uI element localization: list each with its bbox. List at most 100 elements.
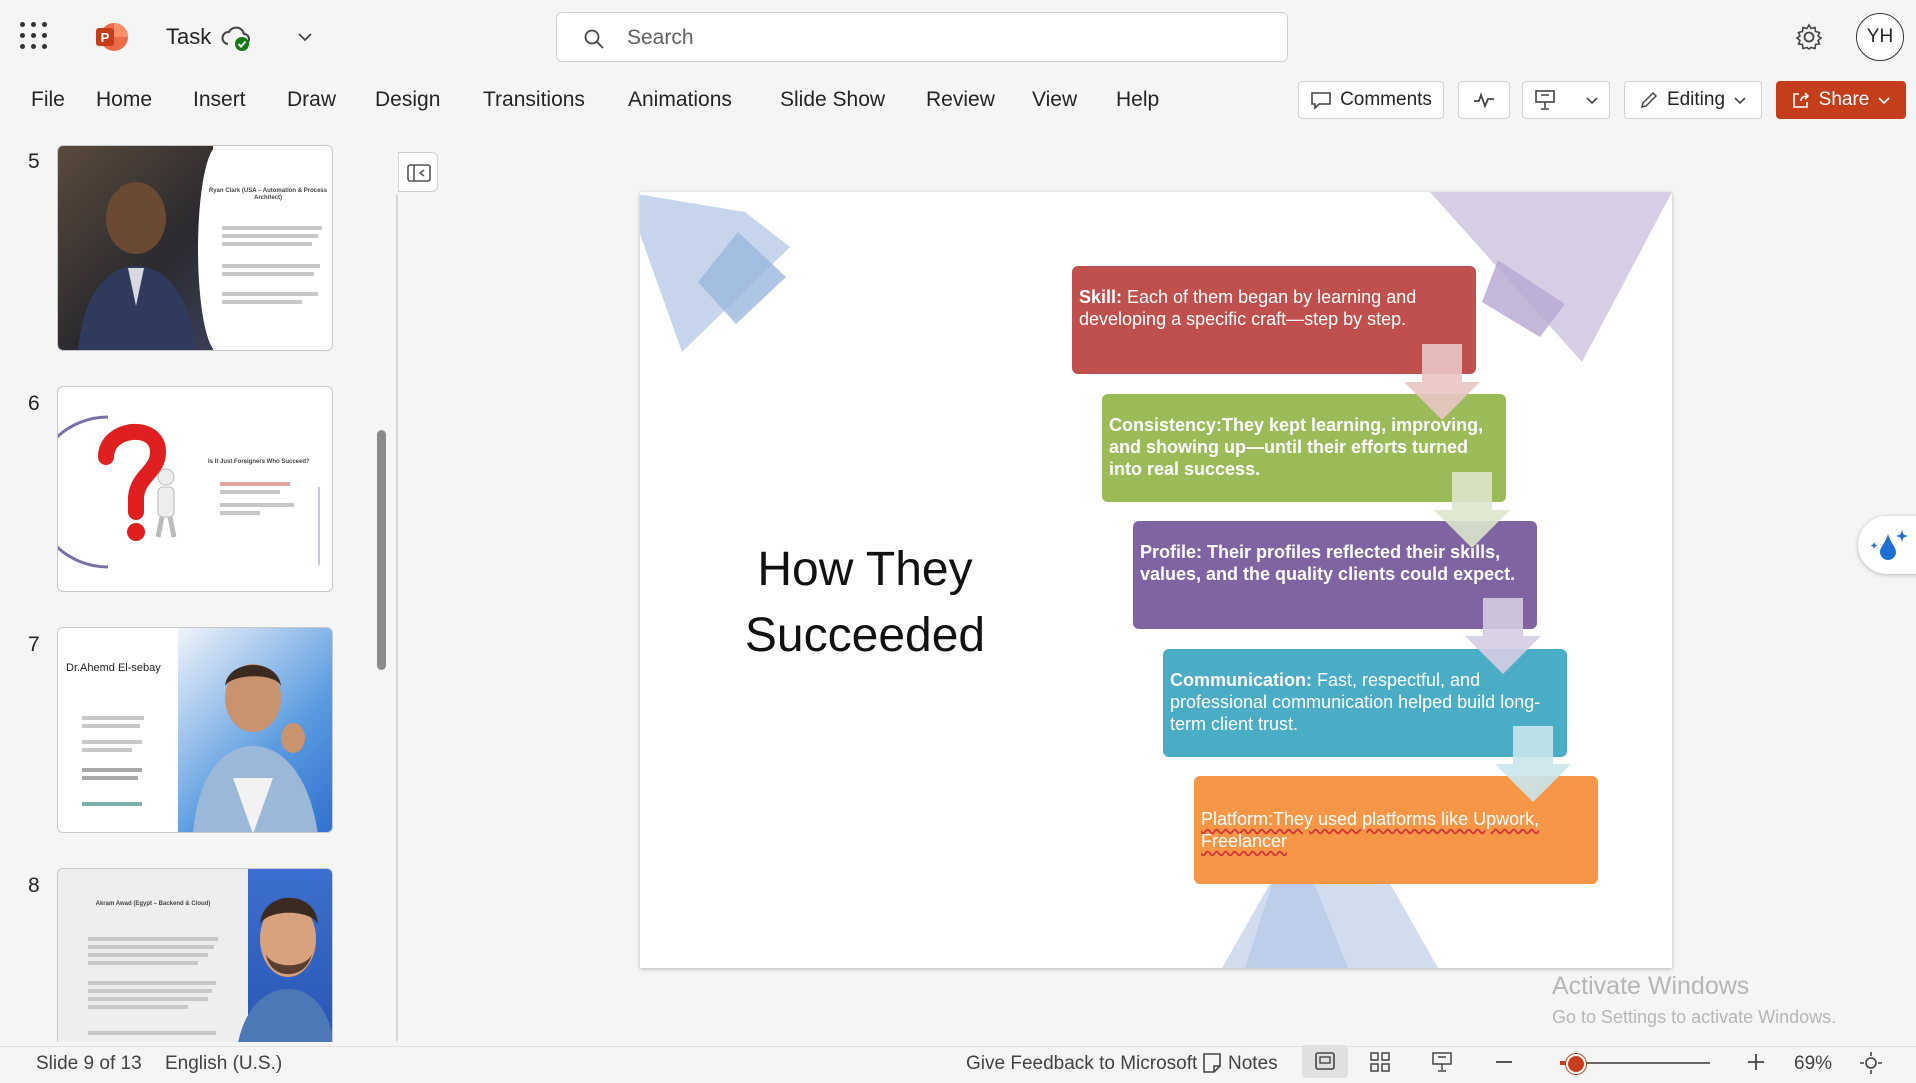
tab-review[interactable]: Review bbox=[926, 88, 995, 112]
language-indicator[interactable]: English (U.S.) bbox=[165, 1053, 282, 1075]
pane-divider[interactable] bbox=[396, 195, 398, 1041]
down-arrow-icon bbox=[1404, 344, 1480, 420]
share-icon bbox=[1792, 92, 1809, 108]
slide-thumbnail-6[interactable]: Is It Just Foreigners Who Succeed? bbox=[57, 386, 333, 592]
slide-title[interactable]: How They Succeeded bbox=[700, 537, 1030, 669]
person-photo-icon bbox=[238, 897, 332, 1042]
text-placeholder bbox=[88, 1031, 216, 1035]
slide-thumbnail-8[interactable]: Akram Awad (Egypt – Backend & Cloud) bbox=[57, 868, 333, 1042]
app-launcher-icon[interactable] bbox=[20, 22, 48, 50]
tab-transitions[interactable]: Transitions bbox=[483, 88, 585, 112]
copilot-button[interactable] bbox=[1858, 516, 1916, 574]
step-lead: Profile: Their profiles reflected their … bbox=[1140, 542, 1516, 584]
step-text: Platform:They used platforms like Upwork… bbox=[1201, 809, 1540, 851]
step-lead: Skill: bbox=[1079, 287, 1123, 307]
step-lead: Consistency:They kept learning, improvin… bbox=[1109, 415, 1484, 479]
notes-icon[interactable] bbox=[1200, 1051, 1224, 1075]
search-icon bbox=[584, 29, 604, 49]
editing-label: Editing bbox=[1666, 89, 1726, 110]
slide-sorter-icon[interactable] bbox=[1368, 1050, 1392, 1074]
tab-slide-show[interactable]: Slide Show bbox=[780, 88, 885, 112]
text-placeholder bbox=[220, 503, 294, 507]
thumbnail-number: 5 bbox=[28, 150, 40, 173]
text-placeholder bbox=[82, 716, 144, 720]
powerpoint-logo-icon[interactable]: P bbox=[94, 20, 128, 54]
chevron-down-icon bbox=[1878, 97, 1890, 105]
person-photo-icon bbox=[78, 182, 196, 350]
thumbnail-title: Dr.Ahemd El-sebay bbox=[66, 662, 161, 674]
thumbnail-scrollbar[interactable] bbox=[377, 430, 386, 670]
zoom-out-icon[interactable] bbox=[1492, 1050, 1516, 1074]
text-placeholder bbox=[222, 300, 302, 304]
tab-draw[interactable]: Draw bbox=[287, 88, 336, 112]
fit-to-window-icon[interactable] bbox=[1858, 1050, 1884, 1076]
slide-thumbnail-7[interactable]: Dr.Ahemd El-sebay bbox=[57, 627, 333, 833]
comments-label: Comments bbox=[1340, 89, 1432, 110]
document-title[interactable]: Task bbox=[166, 24, 211, 50]
thumbnail-number: 8 bbox=[28, 874, 40, 897]
tab-file[interactable]: File bbox=[31, 88, 65, 112]
chevron-down-icon[interactable] bbox=[294, 26, 316, 48]
comment-icon bbox=[1311, 92, 1331, 110]
chevron-down-icon[interactable] bbox=[1584, 92, 1600, 108]
slideshow-view-icon[interactable] bbox=[1430, 1050, 1454, 1074]
text-placeholder bbox=[88, 981, 216, 985]
text-placeholder bbox=[220, 482, 290, 486]
text-placeholder bbox=[222, 242, 312, 246]
text-placeholder bbox=[88, 1005, 188, 1009]
share-button[interactable]: Share bbox=[1776, 81, 1906, 119]
tab-design[interactable]: Design bbox=[375, 88, 440, 112]
thumbnail-title: Akram Awad (Egypt – Backend & Cloud) bbox=[95, 901, 211, 907]
down-arrow-icon bbox=[1465, 598, 1541, 674]
zoom-slider-thumb[interactable] bbox=[1566, 1054, 1586, 1074]
text-placeholder bbox=[82, 724, 140, 728]
person-photo-icon bbox=[193, 664, 318, 832]
zoom-in-icon[interactable] bbox=[1744, 1050, 1768, 1074]
decorative-curve bbox=[198, 146, 238, 350]
panel-collapse-icon bbox=[407, 164, 431, 182]
text-placeholder bbox=[220, 511, 260, 515]
down-arrow-icon bbox=[1495, 726, 1571, 802]
tab-home[interactable]: Home bbox=[96, 88, 152, 112]
cloud-saved-icon[interactable] bbox=[220, 22, 252, 54]
thumbnail-number: 6 bbox=[28, 392, 40, 415]
search-placeholder: Search bbox=[627, 26, 694, 49]
collapse-pane-button[interactable] bbox=[398, 152, 438, 192]
slide-thumbnail-5[interactable]: Ryan Clark (USA – Automation & Process A… bbox=[57, 145, 333, 351]
text-placeholder bbox=[88, 945, 214, 949]
feedback-link[interactable]: Give Feedback to Microsoft bbox=[966, 1053, 1197, 1075]
catch-up-button[interactable] bbox=[1458, 81, 1510, 119]
question-mark-illustration-icon bbox=[58, 415, 320, 569]
text-placeholder bbox=[222, 292, 318, 296]
avatar[interactable]: YH bbox=[1856, 13, 1904, 61]
tab-help[interactable]: Help bbox=[1116, 88, 1159, 112]
comments-button[interactable]: Comments bbox=[1298, 81, 1444, 119]
activate-windows-title: Activate Windows bbox=[1552, 972, 1750, 1000]
thumbnail-title: Is It Just Foreigners Who Succeed? bbox=[208, 459, 310, 465]
normal-view-button[interactable] bbox=[1302, 1045, 1348, 1078]
text-placeholder bbox=[88, 961, 198, 965]
text-placeholder bbox=[222, 234, 318, 238]
tab-animations[interactable]: Animations bbox=[628, 88, 732, 112]
share-label: Share bbox=[1818, 89, 1870, 110]
portrait-photo bbox=[58, 146, 213, 350]
editing-mode-button[interactable]: Editing bbox=[1624, 81, 1762, 119]
step-lead: Communication: bbox=[1170, 670, 1312, 690]
present-button[interactable] bbox=[1522, 81, 1610, 119]
notes-button[interactable]: Notes bbox=[1228, 1053, 1278, 1075]
thumbnail-number: 7 bbox=[28, 633, 40, 656]
gear-icon[interactable] bbox=[1794, 22, 1824, 52]
text-placeholder bbox=[88, 953, 208, 957]
slide-counter: Slide 9 of 13 bbox=[36, 1053, 142, 1074]
tab-view[interactable]: View bbox=[1032, 88, 1077, 112]
sparkle-icon bbox=[1870, 530, 1908, 560]
thumbnail-title: Ryan Clark (USA – Automation & Process A… bbox=[208, 188, 328, 201]
text-placeholder bbox=[82, 740, 142, 744]
step-text: Each of them began by learning and devel… bbox=[1079, 287, 1417, 329]
tab-insert[interactable]: Insert bbox=[193, 88, 246, 112]
search-input[interactable]: Search bbox=[556, 12, 1288, 62]
activity-icon bbox=[1474, 92, 1494, 109]
zoom-level[interactable]: 69% bbox=[1794, 1053, 1832, 1075]
activate-windows-subtitle: Go to Settings to activate Windows. bbox=[1552, 1007, 1837, 1027]
text-placeholder bbox=[82, 802, 142, 806]
